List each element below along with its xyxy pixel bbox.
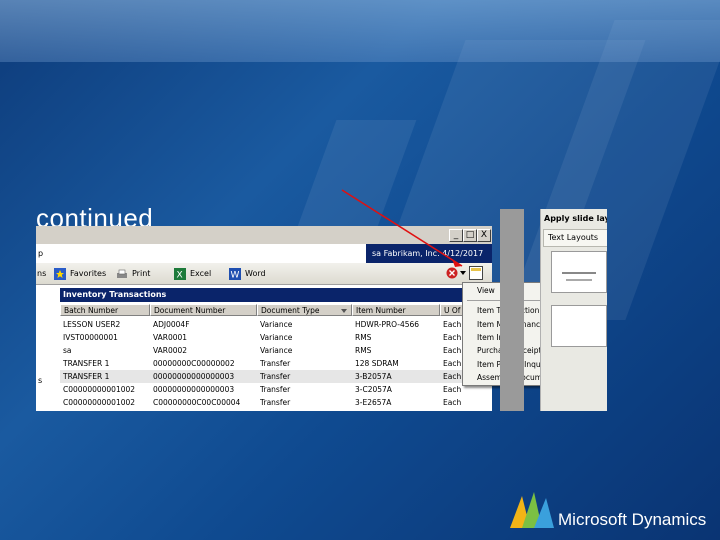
dynamics-logo-icon [510, 492, 554, 528]
microsoft-dynamics-logo: Microsoft Dynamics [508, 488, 718, 532]
thumbnail-line [562, 272, 596, 274]
annotation-arrow [341, 189, 463, 267]
thumbnail-line [566, 279, 592, 281]
layout-thumbnail[interactable] [551, 251, 607, 293]
brand-text: Microsoft Dynamics [558, 510, 707, 529]
pane-title: Apply slide lay [544, 214, 607, 223]
section-header: Text Layouts [543, 229, 607, 247]
slide-layout-pane: Apply slide lay Text Layouts [540, 209, 607, 411]
side-divider [500, 209, 524, 411]
layout-thumbnail[interactable] [551, 305, 607, 347]
menu-item-view[interactable]: View [477, 286, 495, 295]
section-label: Text Layouts [548, 233, 599, 242]
